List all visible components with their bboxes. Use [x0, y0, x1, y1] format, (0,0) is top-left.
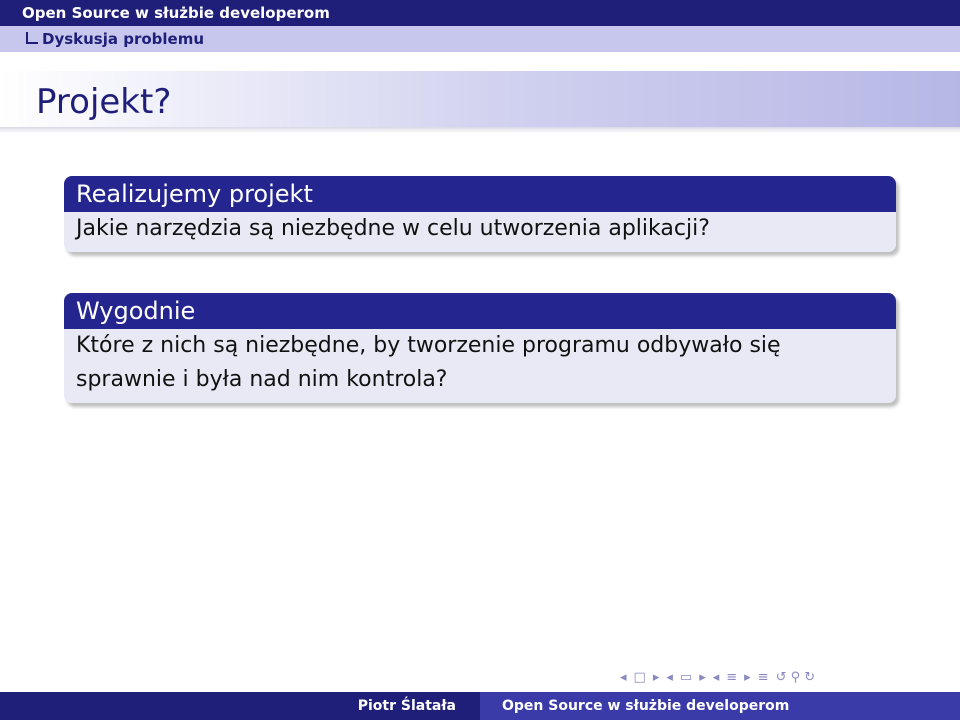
block-title: Realizujemy projekt [64, 176, 896, 212]
section-breadcrumb: Dyskusja problemu [22, 30, 204, 48]
footer-left: Piotr Ślatała [0, 692, 480, 720]
nav-frame-icon[interactable]: □ [634, 670, 646, 685]
footer: Piotr Ślatała Open Source w służbie deve… [0, 692, 960, 720]
tree-branch-icon [22, 32, 38, 46]
block-body: Jakie narzędzia są niezbędne w celu utwo… [64, 212, 896, 252]
nav-subsection-left-icon[interactable]: ◂ [666, 670, 673, 685]
nav-section-left-icon[interactable]: ◂ [713, 670, 720, 685]
nav-subsection-icon[interactable]: ▭ [680, 670, 692, 685]
nav-subsection-right-icon[interactable]: ▸ [699, 670, 706, 685]
block-body: Które z nich są niezbędne, by tworzenie … [64, 329, 896, 403]
frame-title-shadow [0, 127, 960, 133]
nav-frame-right-icon[interactable]: ▸ [653, 670, 660, 685]
nav-document-icon[interactable]: ≡ [758, 670, 769, 685]
block-title: Wygodnie [64, 293, 896, 329]
presentation-title: Open Source w służbie developerom [22, 4, 330, 22]
footer-author: Piotr Ślatała [357, 698, 456, 714]
nav-search-icon[interactable]: ↺ ⚲ ↻ [776, 670, 816, 685]
footer-title: Open Source w służbie developerom [502, 698, 790, 714]
block-wygodnie: Wygodnie Które z nich są niezbędne, by t… [64, 293, 896, 403]
frame-title: Projekt? [36, 82, 172, 122]
footer-right: Open Source w służbie developerom [480, 692, 960, 720]
nav-section-icon[interactable]: ≡ [726, 670, 737, 685]
nav-frame-left-icon[interactable]: ◂ [620, 670, 627, 685]
navigation-symbols: ◂ □ ▸ ◂ ▭ ▸ ◂ ≡ ▸ ≡ ↺ ⚲ ↻ [620, 668, 960, 686]
block-realizujemy-projekt: Realizujemy projekt Jakie narzędzia są n… [64, 176, 896, 252]
section-title: Dyskusja problemu [42, 30, 205, 48]
nav-section-right-icon[interactable]: ▸ [744, 670, 751, 685]
